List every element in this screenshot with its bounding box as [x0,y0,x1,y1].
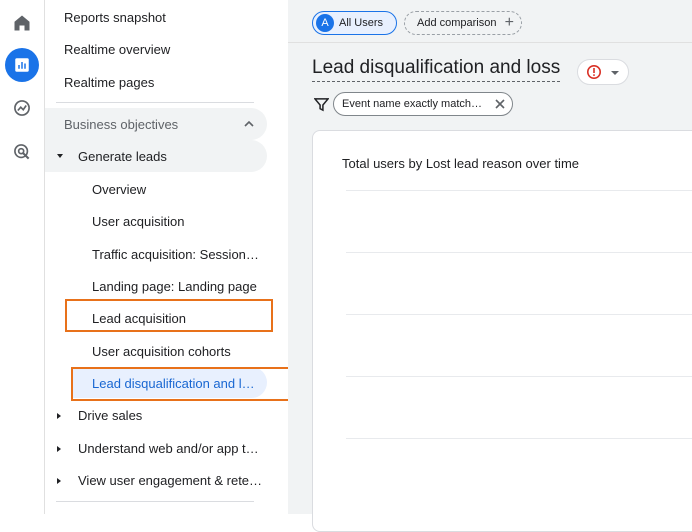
nav-item-realtime-overview[interactable]: Realtime overview [64,34,170,64]
nav-divider [56,501,254,502]
chevron-up-icon [244,120,254,127]
caret-right-icon [57,478,61,484]
caret-down-icon [57,154,63,158]
chart-title: Total users by Lost lead reason over tim… [342,156,580,171]
collection-label: Business objectives [64,116,179,132]
gridline [346,376,692,377]
gridline [346,252,692,253]
filter-row [314,92,329,116]
caret-right-icon [57,446,61,452]
report-status-dropdown[interactable] [577,59,629,85]
nav-item-user-acquisition[interactable]: User acquisition [92,206,185,236]
alert-icon [587,65,601,79]
topic-label: Generate leads [78,148,167,164]
home-icon[interactable] [5,6,39,40]
caret-right-icon [57,413,61,419]
add-comparison-button[interactable]: Add comparison + [404,11,522,35]
gridline [346,314,692,315]
topic-generate-leads[interactable]: Generate leads [45,140,267,172]
page-title: Lead disqualification and loss [312,57,561,82]
filter-chip-label: Event name exactly match… [342,98,483,110]
collection-business-objectives[interactable]: Business objectives [45,108,267,140]
segment-avatar: A [316,14,334,32]
plus-icon: + [504,14,514,31]
topic-drive-sales[interactable]: Drive sales [45,400,267,430]
close-icon[interactable] [494,98,506,110]
comparison-bar: A All Users Add comparison + [288,0,692,43]
gridline [346,190,692,191]
topic-view-user-engagement[interactable]: View user engagement & rete… [45,465,267,495]
explore-icon[interactable] [5,91,39,125]
reports-icon[interactable] [5,48,39,82]
chart-card: Total users by Lost lead reason over tim… [312,130,692,532]
topic-understand-web-app[interactable]: Understand web and/or app t… [45,433,267,463]
highlight-lead-acquisition [65,299,273,332]
segment-label: All Users [339,17,384,29]
nav-item-overview[interactable]: Overview [92,174,146,204]
filter-chip[interactable]: Event name exactly match… [333,92,513,116]
dropdown-arrow-icon [611,71,619,75]
nav-item-realtime-pages[interactable]: Realtime pages [64,67,154,97]
report-navigation: Reports snapshot Realtime overview Realt… [45,0,288,514]
nav-item-reports-snapshot[interactable]: Reports snapshot [64,2,166,32]
topic-label: Drive sales [78,407,143,423]
nav-item-landing-page[interactable]: Landing page: Landing page [92,271,257,301]
app-rail [0,0,45,514]
topic-label: Understand web and/or app t… [78,440,259,456]
advertising-icon[interactable] [5,135,39,169]
gridline [346,438,692,439]
add-comparison-label: Add comparison [417,17,497,29]
highlight-lead-disqualification [71,367,297,401]
nav-divider [56,102,254,103]
topic-label: View user engagement & rete… [78,472,263,488]
all-users-chip[interactable]: A All Users [312,11,397,35]
nav-item-traffic-acquisition[interactable]: Traffic acquisition: Session… [92,239,259,269]
report-main: A All Users Add comparison + Lead disqua… [288,0,692,532]
filter-icon[interactable] [314,97,329,112]
nav-item-user-acquisition-cohorts[interactable]: User acquisition cohorts [92,336,231,366]
